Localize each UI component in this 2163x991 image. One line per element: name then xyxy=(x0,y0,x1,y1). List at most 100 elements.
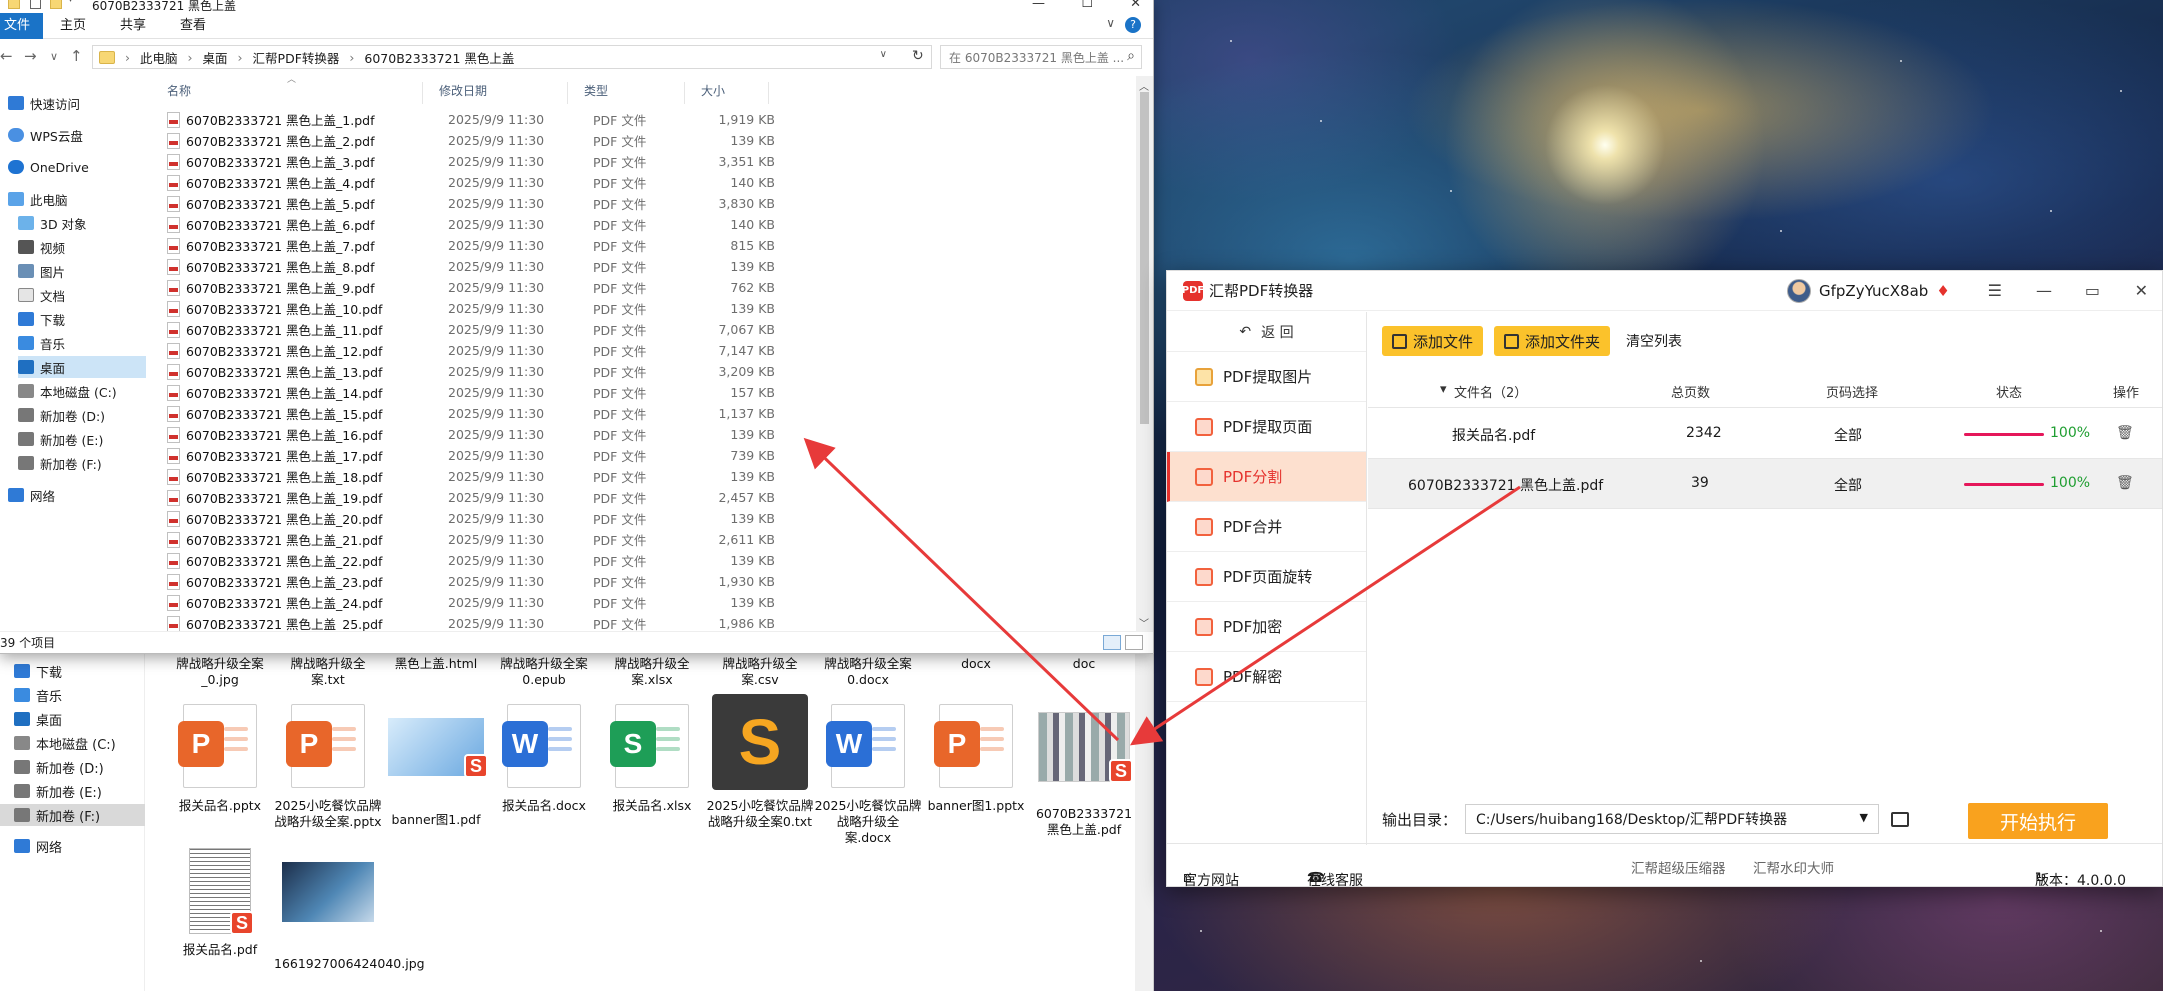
file-tile-pptx[interactable]: P banner图1.pptx xyxy=(922,704,1030,814)
file-label[interactable]: docx xyxy=(922,656,1030,672)
file-label[interactable]: 牌战略升级全案_0.jpg xyxy=(166,656,274,688)
file-row[interactable]: 6070B2333721 黑色上盖_4.pdf 2025/9/9 11:30 PDF… xyxy=(167,172,775,193)
address-bar[interactable]: › 此电脑 › 桌面 › 汇帮PDF转换器 › 6070B2333721 黑色上… xyxy=(92,45,932,69)
file-row[interactable]: 6070B2333721 黑色上盖_12.pdf 2025/9/9 11:30 PD… xyxy=(167,340,775,361)
scroll-down-icon[interactable]: ﹀ xyxy=(1139,615,1149,630)
file-row[interactable]: 6070B2333721 黑色上盖_1.pdf 2025/9/9 11:30 PDF… xyxy=(167,109,775,130)
file-row[interactable]: 6070B2333721 黑色上盖_11.pdf 2025/9/9 11:30 PD… xyxy=(167,319,775,340)
delete-icon[interactable]: 🗑 xyxy=(2116,425,2134,441)
file-tile-docx[interactable]: W 2025小吃餐饮品牌战略升级全案.docx xyxy=(814,704,922,846)
breadcrumb-item[interactable]: 桌面 xyxy=(203,48,228,67)
file-row[interactable]: 6070B2333721 黑色上盖_15.pdf 2025/9/9 11:30 PD… xyxy=(167,403,775,424)
tab-share[interactable]: 共享 xyxy=(103,13,163,39)
file-label[interactable]: 牌战略升级全案.csv xyxy=(706,656,814,688)
compressor-link[interactable]: 汇帮超级压缩器 xyxy=(1631,857,1726,877)
maximize-icon[interactable]: ☐ xyxy=(1081,0,1093,11)
breadcrumb-item[interactable]: 此电脑 xyxy=(140,48,178,67)
add-file-button[interactable]: 添加文件 xyxy=(1382,326,1484,356)
menu-pdf-extract-pages[interactable]: PDF提取页面 xyxy=(1167,402,1366,452)
menu-pdf-merge[interactable]: PDF合并 xyxy=(1167,502,1366,552)
file-row[interactable]: 6070B2333721 黑色上盖_3.pdf 2025/9/9 11:30 PDF… xyxy=(167,151,775,172)
menu-icon[interactable]: ☰ xyxy=(1988,281,2002,300)
column-filename[interactable]: 文件名（2） xyxy=(1454,382,1527,401)
scrollbar-thumb[interactable] xyxy=(1140,92,1149,424)
forward-arrow-icon[interactable]: → xyxy=(24,47,37,65)
new-folder-icon[interactable] xyxy=(50,0,62,9)
dropdown-icon[interactable]: ▼ xyxy=(1860,811,1868,824)
file-tile-pptx[interactable]: P 报关品名.pptx xyxy=(166,704,274,814)
vertical-scrollbar[interactable]: ︿ ﹀ xyxy=(1136,76,1153,632)
file-label[interactable]: 黑色上盖.html xyxy=(382,656,490,672)
file-row[interactable]: 6070B2333721 黑色上盖_21.pdf 2025/9/9 11:30 PD… xyxy=(167,529,775,550)
column-header-date[interactable]: 修改日期 xyxy=(423,82,568,104)
file-row[interactable]: 6070B2333721 黑色上盖_10.pdf 2025/9/9 11:30 PD… xyxy=(167,298,775,319)
file-row[interactable]: 6070B2333721 黑色上盖_24.pdf 2025/9/9 11:30 PD… xyxy=(167,592,775,613)
clear-list-button[interactable]: 清空列表 xyxy=(1626,326,1682,356)
tab-home[interactable]: 主页 xyxy=(43,13,103,39)
file-label[interactable]: doc xyxy=(1030,656,1135,672)
nav-vol-e[interactable]: 新加卷 (E:) xyxy=(14,780,102,802)
file-row[interactable]: 6070B2333721 黑色上盖_19.pdf 2025/9/9 11:30 PD… xyxy=(167,487,775,508)
file-label[interactable]: 牌战略升级全案0.epub xyxy=(490,656,598,688)
nav-desktop[interactable]: 桌面 xyxy=(18,356,146,378)
file-tile-pdf[interactable]: S banner图1.pdf xyxy=(382,704,490,828)
minimize-icon[interactable]: — xyxy=(2036,281,2052,300)
nav-videos[interactable]: 视频 xyxy=(18,236,146,258)
file-row[interactable]: 6070B2333721 黑色上盖_17.pdf 2025/9/9 11:30 PD… xyxy=(167,445,775,466)
maximize-icon[interactable]: ▭ xyxy=(2085,281,2100,300)
recent-locations-icon[interactable]: ∨ xyxy=(50,50,58,63)
menu-pdf-rotate[interactable]: PDF页面旋转 xyxy=(1167,552,1366,602)
details-view-icon[interactable] xyxy=(1103,635,1121,650)
large-icons-view-icon[interactable] xyxy=(1125,635,1143,650)
nav-3d-objects[interactable]: 3D 对象 xyxy=(18,212,146,234)
file-row[interactable]: 6070B2333721 黑色上盖_20.pdf 2025/9/9 11:30 PD… xyxy=(167,508,775,529)
nav-onedrive[interactable]: OneDrive xyxy=(8,156,146,178)
file-row[interactable]: 6070B2333721 黑色上盖_2.pdf 2025/9/9 11:30 PDF… xyxy=(167,130,775,151)
nav-desktop[interactable]: 桌面 xyxy=(14,708,62,730)
up-arrow-icon[interactable]: ↑ xyxy=(70,47,83,65)
nav-vol-f[interactable]: 新加卷 (F:) xyxy=(0,804,145,826)
back-button[interactable]: ↶ 返 回 xyxy=(1167,312,1366,352)
add-folder-button[interactable]: 添加文件夹 xyxy=(1494,326,1611,356)
nav-network[interactable]: 网络 xyxy=(8,484,146,506)
file-row[interactable]: 6070B2333721 黑色上盖_18.pdf 2025/9/9 11:30 PD… xyxy=(167,466,775,487)
file-row[interactable]: 6070B2333721 黑色上盖_22.pdf 2025/9/9 11:30 PD… xyxy=(167,550,775,571)
file-tile-txt[interactable]: S 2025小吃餐饮品牌战略升级全案0.txt xyxy=(706,694,814,830)
file-row[interactable]: 6070B2333721 黑色上盖_13.pdf 2025/9/9 11:30 PD… xyxy=(167,361,775,382)
nav-quick-access[interactable]: 快速访问 xyxy=(8,92,146,114)
file-tile-pdf[interactable]: S 报关品名.pdf xyxy=(166,848,274,958)
table-row[interactable]: 6070B2333721 黑色上盖.pdf 39 全部 100% 🗑 xyxy=(1368,459,2162,509)
nav-documents[interactable]: 文档 xyxy=(18,284,146,306)
output-path-select[interactable]: C:/Users/huibang168/Desktop/汇帮PDF转换器 ▼ xyxy=(1465,804,1880,834)
nav-pictures[interactable]: 图片 xyxy=(18,260,146,282)
minimize-icon[interactable]: — xyxy=(1032,0,1045,11)
help-icon[interactable]: ? xyxy=(1125,17,1141,33)
start-button[interactable]: 开始执行 xyxy=(1968,803,2108,839)
nav-vol-d[interactable]: 新加卷 (D:) xyxy=(14,756,104,778)
file-tile-jpg[interactable]: 1661927006424040.jpg xyxy=(274,848,425,972)
file-row[interactable]: 6070B2333721 黑色上盖_23.pdf 2025/9/9 11:30 PD… xyxy=(167,571,775,592)
scroll-up-icon[interactable]: ︿ xyxy=(1139,78,1149,93)
row-page-select[interactable]: 全部 xyxy=(1834,475,1862,495)
back-arrow-icon[interactable]: ← xyxy=(0,47,13,65)
background-vertical-scrollbar[interactable] xyxy=(1135,650,1153,991)
ribbon-collapse-icon[interactable]: ∨ xyxy=(1106,16,1115,30)
search-icon[interactable]: ⌕ xyxy=(1127,48,1135,64)
user-account[interactable]: GfpZyYucX8ab ♦ xyxy=(1787,279,1950,303)
row-page-select[interactable]: 全部 xyxy=(1834,425,1862,445)
file-tile-pptx[interactable]: P 2025小吃餐饮品牌战略升级全案.pptx xyxy=(274,704,382,830)
menu-pdf-decrypt[interactable]: PDF解密 xyxy=(1167,652,1366,702)
properties-icon[interactable] xyxy=(30,0,41,9)
table-row[interactable]: 报关品名.pdf 2342 全部 100% 🗑 xyxy=(1368,409,2162,459)
quick-access-dropdown-icon[interactable]: ▾ xyxy=(68,0,73,5)
nav-vol-e[interactable]: 新加卷 (E:) xyxy=(18,428,146,450)
file-label[interactable]: 牌战略升级全案0.docx xyxy=(814,656,922,688)
search-input[interactable]: 在 6070B2333721 黑色上盖 ... ⌕ xyxy=(940,45,1142,69)
nav-network[interactable]: 网络 xyxy=(14,835,62,857)
close-icon[interactable]: ✕ xyxy=(1130,0,1141,11)
sort-desc-icon[interactable]: ▾ xyxy=(1440,382,1447,397)
tab-view[interactable]: 查看 xyxy=(163,13,223,39)
refresh-icon[interactable]: ↻ xyxy=(912,48,924,64)
nav-local-c[interactable]: 本地磁盘 (C:) xyxy=(14,732,116,754)
breadcrumb-item[interactable]: 汇帮PDF转换器 xyxy=(253,48,340,67)
